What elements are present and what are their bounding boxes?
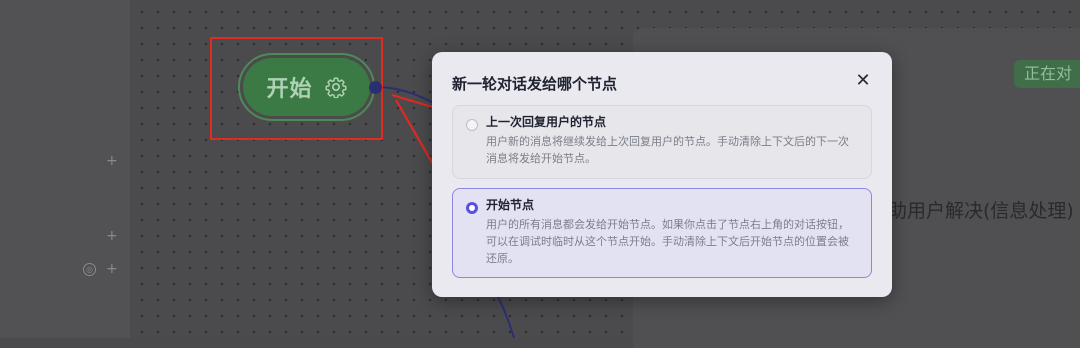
option-start-node[interactable]: 开始节点 用户的所有消息都会发给开始节点。如果你点击了节点右上角的对话按钮，可以… xyxy=(452,188,872,278)
option-description: 用户新的消息将继续发给上次回复用户的节点。手动清除上下文后的下一次消息将发给开始… xyxy=(486,135,849,165)
entry-node-dialog: 新一轮对话发给哪个节点 ✕ 上一次回复用户的节点 用户新的消息将继续发给上次回复… xyxy=(432,52,892,297)
radio-button[interactable] xyxy=(466,119,478,131)
option-description: 用户的所有消息都会发给开始节点。如果你点击了节点右上角的对话按钮，可以在调试时临… xyxy=(486,218,849,265)
option-title: 上一次回复用户的节点 xyxy=(486,115,607,129)
radio-button-selected[interactable] xyxy=(466,202,478,214)
option-title: 开始节点 xyxy=(486,198,535,212)
gear-icon[interactable] xyxy=(325,76,347,98)
output-port[interactable] xyxy=(369,81,382,94)
dialog-title: 新一轮对话发给哪个节点 xyxy=(452,75,618,93)
start-node-label: 开始 xyxy=(266,77,313,102)
close-icon[interactable]: ✕ xyxy=(854,72,872,90)
option-last-reply-node[interactable]: 上一次回复用户的节点 用户新的消息将继续发给上次回复用户的节点。手动清除上下文后… xyxy=(452,105,872,179)
start-node[interactable]: 开始 xyxy=(238,53,375,121)
